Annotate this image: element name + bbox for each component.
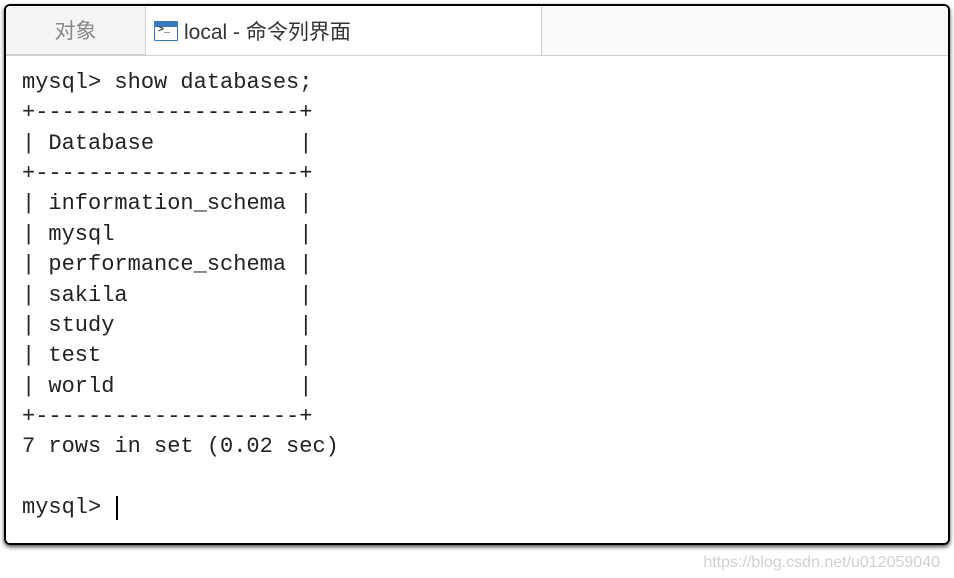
table-border: +--------------------+	[22, 404, 312, 429]
table-pipe: |	[22, 222, 35, 247]
tab-objects[interactable]: 对象	[6, 6, 146, 55]
table-row: mysql	[35, 222, 299, 247]
terminal-icon	[154, 21, 178, 41]
table-border: +--------------------+	[22, 100, 312, 125]
table-row: world	[35, 374, 299, 399]
table-pipe: |	[299, 283, 312, 308]
table-pipe: |	[299, 374, 312, 399]
app-window: 对象 local - 命令列界面 mysql> show databases; …	[4, 4, 950, 545]
table-border: +--------------------+	[22, 161, 312, 186]
table-pipe: |	[22, 252, 35, 277]
tab-label: local - 命令列界面	[184, 16, 351, 46]
table-pipe: |	[22, 131, 35, 156]
table-pipe: |	[299, 343, 312, 368]
table-row: sakila	[35, 283, 299, 308]
watermark: https://blog.csdn.net/u012059040	[703, 554, 940, 572]
table-row: test	[35, 343, 299, 368]
table-row: performance_schema	[35, 252, 299, 277]
table-pipe: |	[299, 191, 312, 216]
tab-bar: 对象 local - 命令列界面	[6, 6, 948, 56]
table-pipe: |	[299, 252, 312, 277]
table-pipe: |	[22, 191, 35, 216]
tab-cli[interactable]: local - 命令列界面	[146, 6, 542, 55]
table-header: Database	[35, 131, 299, 156]
result-summary: 7 rows in set (0.02 sec)	[22, 434, 339, 459]
table-pipe: |	[22, 343, 35, 368]
table-pipe: |	[22, 313, 35, 338]
table-pipe: |	[22, 374, 35, 399]
prompt: mysql>	[22, 70, 101, 95]
table-pipe: |	[299, 131, 312, 156]
prompt: mysql>	[22, 495, 114, 520]
table-pipe: |	[299, 222, 312, 247]
table-row: study	[35, 313, 299, 338]
text-cursor	[116, 496, 118, 520]
tab-empty-area	[542, 6, 949, 55]
table-pipe: |	[22, 283, 35, 308]
terminal-output[interactable]: mysql> show databases; +----------------…	[6, 56, 948, 543]
command-text: show databases;	[114, 70, 312, 95]
table-pipe: |	[299, 313, 312, 338]
table-row: information_schema	[35, 191, 299, 216]
tab-label: 对象	[55, 15, 97, 45]
